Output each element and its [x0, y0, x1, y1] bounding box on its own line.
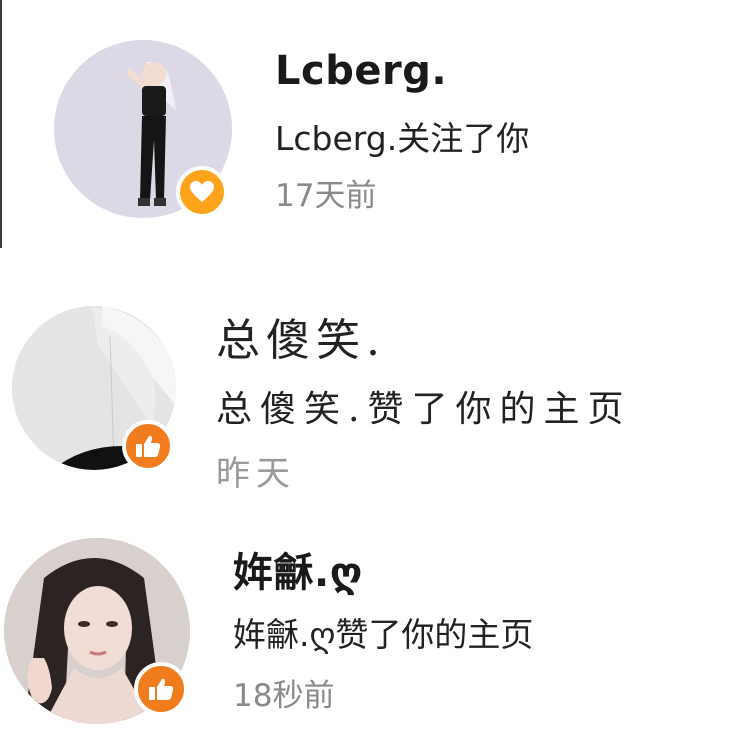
thumbs-up-badge: [122, 420, 174, 472]
timestamp: 昨天: [216, 454, 296, 494]
notification-message: 总傻笑.赞了你的主页: [216, 389, 632, 430]
username[interactable]: 姩龢.ღ: [233, 540, 363, 598]
notification-message: 姩龢.ღ赞了你的主页: [233, 615, 534, 654]
username[interactable]: Lcberg.: [275, 48, 447, 94]
thumbs-up-icon: [136, 435, 161, 457]
notification-item[interactable]: 姩龢.ღ 姩龢.ღ赞了你的主页 18秒前: [0, 510, 748, 748]
timestamp: 18秒前: [233, 678, 335, 714]
thumbs-up-icon: [149, 678, 174, 700]
username[interactable]: 总傻笑.: [216, 304, 386, 368]
notification-message: Lcberg.关注了你: [275, 119, 530, 158]
heart-icon: [190, 181, 214, 202]
thumbs-up-badge: [134, 662, 188, 716]
notification-item[interactable]: Lcberg. Lcberg.关注了你 17天前: [0, 0, 748, 250]
notification-item[interactable]: 总傻笑. 总傻笑.赞了你的主页 昨天: [0, 250, 748, 510]
timestamp: 17天前: [275, 178, 377, 214]
heart-badge: [176, 166, 228, 218]
